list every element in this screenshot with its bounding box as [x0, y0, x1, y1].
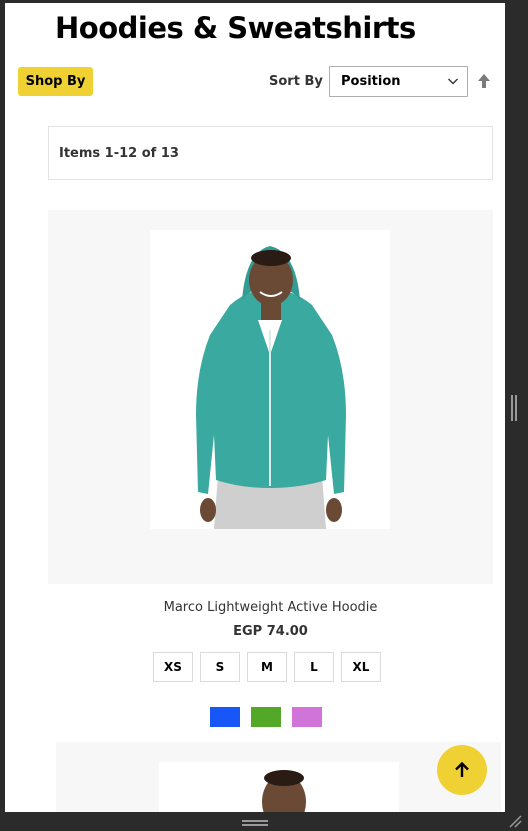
product-image[interactable] [150, 230, 390, 529]
size-option-l[interactable]: L [294, 652, 334, 682]
page-title: Hoodies & Sweatshirts [55, 11, 416, 45]
product-item-card[interactable] [56, 742, 501, 812]
sort-by-select[interactable]: Position [329, 66, 468, 97]
size-option-xl[interactable]: XL [341, 652, 381, 682]
color-swatches [210, 707, 322, 727]
back-to-top-button[interactable] [437, 745, 487, 795]
product-image[interactable] [159, 762, 399, 812]
product-name-link[interactable]: Marco Lightweight Active Hoodie [48, 600, 493, 615]
resize-grip-horizontal-icon[interactable] [242, 820, 268, 826]
size-option-m[interactable]: M [247, 652, 287, 682]
sort-direction-arrow-up-icon[interactable] [476, 72, 492, 90]
sort-by-selected-value: Position [341, 74, 401, 89]
product-photo-hoodie [150, 230, 390, 529]
size-option-xs[interactable]: XS [153, 652, 193, 682]
size-options: XS S M L XL [153, 652, 381, 682]
color-swatch-purple[interactable] [292, 707, 322, 727]
toolbar-amount: Items 1-12 of 13 [48, 126, 493, 180]
size-option-s[interactable]: S [200, 652, 240, 682]
color-swatch-blue[interactable] [210, 707, 240, 727]
product-item-card[interactable] [48, 210, 493, 584]
chevron-down-icon [448, 78, 458, 85]
sort-by-label: Sort By [269, 74, 323, 89]
items-count-text: Items 1-12 of 13 [59, 145, 179, 161]
color-swatch-green[interactable] [251, 707, 281, 727]
product-photo-partial [159, 762, 399, 812]
resize-grip-vertical-icon[interactable] [511, 395, 517, 421]
resize-corner-icon[interactable] [508, 814, 522, 828]
arrow-up-icon [455, 761, 469, 777]
product-price: EGP 74.00 [233, 624, 308, 639]
page-viewport: Hoodies & Sweatshirts Shop By Sort By Po… [5, 3, 505, 812]
shop-by-button[interactable]: Shop By [18, 67, 93, 96]
